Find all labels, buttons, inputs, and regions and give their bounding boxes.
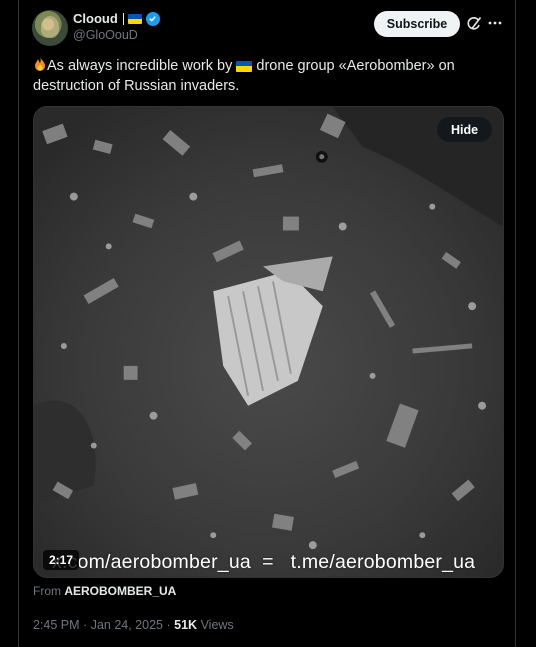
- ukraine-flag-icon: [236, 60, 253, 72]
- watermark-separator: =: [262, 551, 274, 573]
- hide-media-button[interactable]: Hide: [437, 117, 492, 142]
- post-meta: 2:45 PM · Jan 24, 2025 · 51K Views: [33, 618, 234, 632]
- ukraine-flag-icon: [127, 13, 142, 24]
- views-label: Views: [200, 618, 234, 632]
- from-source-link[interactable]: AEROBOMBER_UA: [64, 584, 176, 598]
- name-divider: [122, 12, 124, 25]
- author-name[interactable]: Clooud: [73, 11, 118, 26]
- video-watermark: x.com/aerobomber_ua = t.me/aerobomber_ua: [52, 551, 475, 574]
- video-duration: 2:17: [43, 550, 80, 570]
- views-count: 51K: [174, 618, 198, 632]
- verified-badge-icon[interactable]: [145, 11, 160, 26]
- post-time[interactable]: 2:45 PM: [33, 618, 80, 632]
- watermark-right: t.me/aerobomber_ua: [290, 551, 476, 573]
- from-prefix: From: [33, 584, 61, 598]
- post-date[interactable]: Jan 24, 2025: [91, 618, 163, 632]
- watermark-left: x.com/aerobomber_ua: [52, 551, 251, 573]
- author-handle[interactable]: @GloOouD: [73, 28, 138, 42]
- fire-icon: [35, 57, 45, 71]
- video-frame: [34, 107, 503, 577]
- author-name-row[interactable]: Clooud: [73, 11, 160, 26]
- post-text: As always incredible work by drone group…: [33, 56, 483, 96]
- video-player[interactable]: Hide x.com/aerobomber_ua = t.me/aerobomb…: [33, 106, 504, 578]
- avatar[interactable]: [32, 10, 68, 46]
- subscribe-button[interactable]: Subscribe: [374, 11, 460, 37]
- grok-icon[interactable]: [466, 16, 482, 32]
- more-icon[interactable]: [488, 21, 502, 25]
- media-source: From AEROBOMBER_UA: [33, 584, 176, 598]
- meta-dot: ·: [83, 618, 88, 632]
- post-text-part-1: As always incredible work by: [47, 58, 237, 74]
- meta-dot: ·: [166, 618, 171, 632]
